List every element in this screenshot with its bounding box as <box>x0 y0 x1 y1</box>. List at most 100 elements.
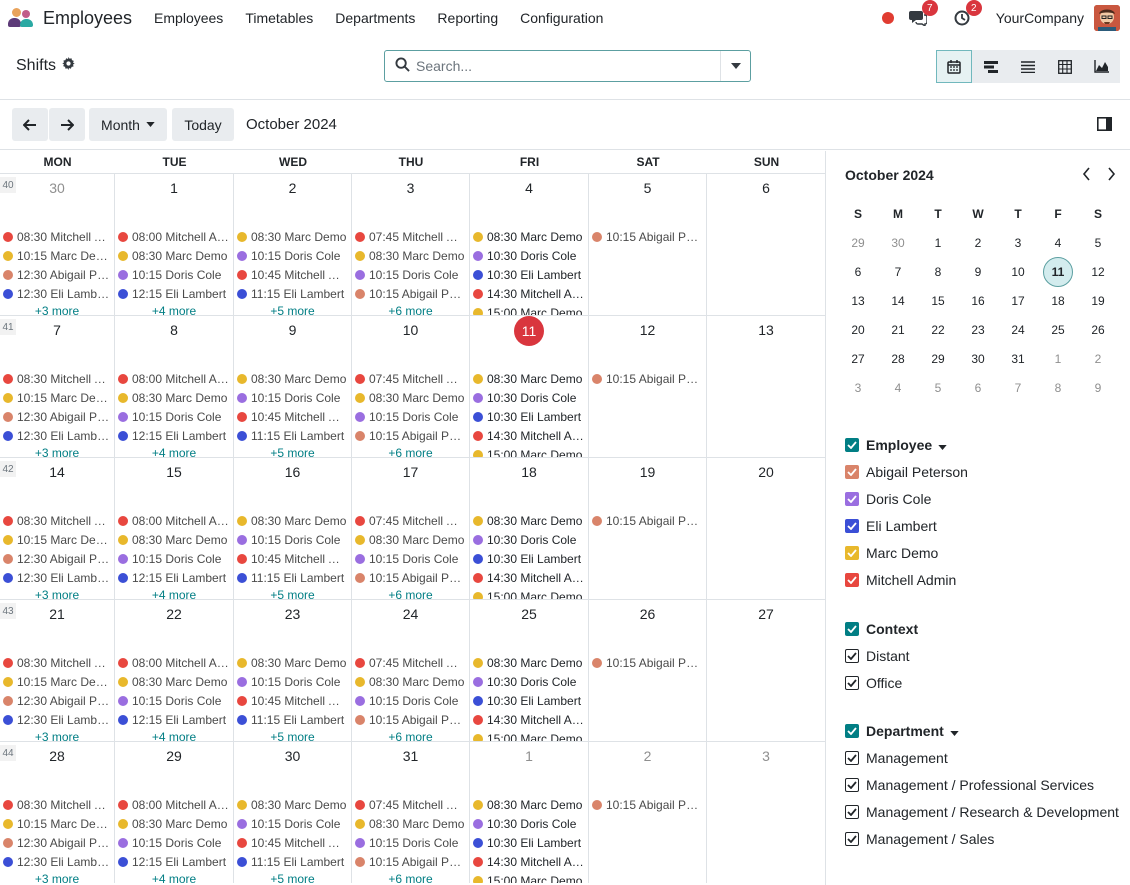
shift-event[interactable]: 08:30 Marc Demo <box>237 654 347 672</box>
day-cell[interactable]: 41708:30 Mitchell Admin10:15 Marc Demo12… <box>0 315 115 457</box>
filter-section-employee[interactable]: Employee <box>845 437 947 453</box>
mini-calendar-day[interactable]: 2 <box>1078 349 1118 369</box>
mini-calendar-day[interactable]: 1 <box>918 233 958 253</box>
day-number[interactable]: 12 <box>589 322 706 338</box>
day-cell[interactable]: 12 10:15 Abigail Peterson <box>589 315 707 457</box>
shift-event[interactable]: 10:15 Doris Cole <box>355 408 465 426</box>
day-cell[interactable]: 22 08:00 Mitchell Admin 08:30 Marc Demo 10:… <box>115 599 234 741</box>
shift-event[interactable]: 10:45 Mitchell Admin <box>237 834 347 852</box>
shift-event[interactable]: 12:15 Eli Lambert <box>118 569 229 587</box>
day-cell[interactable]: 29 08:00 Mitchell Admin 08:30 Marc Demo 10:… <box>115 741 234 883</box>
shift-event[interactable]: 14:30 Mitchell Admin <box>473 711 584 729</box>
calendar-view-button[interactable] <box>936 50 972 83</box>
mini-calendar-day[interactable]: 25 <box>1038 320 1078 340</box>
shift-event[interactable]: 08:30 Marc Demo <box>473 228 584 246</box>
filter-item[interactable]: Abigail Peterson <box>845 464 968 480</box>
shift-event[interactable]: 08:30 Marc Demo <box>355 815 465 833</box>
mini-next-icon[interactable] <box>1107 167 1116 184</box>
shift-event[interactable]: 08:30 Marc Demo <box>473 370 584 388</box>
shift-event[interactable]: 10:30 Eli Lambert <box>473 408 584 426</box>
day-number[interactable]: 26 <box>589 606 706 622</box>
shift-event[interactable]: 12:30 Eli Lambert <box>3 711 110 729</box>
filter-item[interactable]: Marc Demo <box>845 545 938 561</box>
day-number[interactable]: 16 <box>234 464 351 480</box>
day-number[interactable]: 29 <box>115 748 233 764</box>
day-number[interactable]: 10 <box>352 322 469 338</box>
day-cell[interactable]: 13 <box>707 315 826 457</box>
previous-button[interactable] <box>12 108 48 141</box>
shift-event[interactable]: 15:00 Marc Demo <box>473 872 584 883</box>
shift-event[interactable]: 08:00 Mitchell Admin <box>118 512 229 530</box>
mini-calendar-day[interactable]: 19 <box>1078 291 1118 311</box>
more-events-link[interactable]: +4 more <box>115 304 233 315</box>
day-number[interactable]: 11 <box>470 316 588 346</box>
day-cell[interactable]: 19 10:15 Abigail Peterson <box>589 457 707 599</box>
more-events-link[interactable]: +5 more <box>234 304 351 315</box>
mini-calendar-day[interactable]: 7 <box>878 262 918 282</box>
day-cell[interactable]: 31 07:45 Mitchell Admin 08:30 Marc Demo 10:… <box>352 741 470 883</box>
shift-event[interactable]: 10:15 Marc Demo <box>3 815 110 833</box>
filter-checkbox[interactable] <box>845 832 859 846</box>
company-switcher[interactable]: YourCompany <box>996 10 1084 26</box>
mini-calendar-day[interactable]: 7 <box>998 378 1038 398</box>
shift-event[interactable]: 08:00 Mitchell Admin <box>118 370 229 388</box>
shift-event[interactable]: 15:00 Marc Demo <box>473 446 584 457</box>
day-number[interactable]: 18 <box>470 464 588 480</box>
shift-event[interactable]: 12:30 Abigail Peterson <box>3 266 110 284</box>
shift-event[interactable]: 14:30 Mitchell Admin <box>473 427 584 445</box>
shift-event[interactable]: 12:30 Abigail Peterson <box>3 550 110 568</box>
mini-calendar-day[interactable]: 8 <box>1038 378 1078 398</box>
shift-event[interactable]: 12:30 Eli Lambert <box>3 569 110 587</box>
menu-configuration[interactable]: Configuration <box>520 10 603 26</box>
shift-event[interactable]: 10:15 Doris Cole <box>237 673 347 691</box>
shift-event[interactable]: 10:15 Abigail Peterson <box>355 853 465 871</box>
shift-event[interactable]: 11:15 Eli Lambert <box>237 711 347 729</box>
filter-group-checkbox[interactable] <box>845 438 859 452</box>
mini-calendar-day[interactable]: 16 <box>958 291 998 311</box>
day-cell[interactable]: 442808:30 Mitchell Admin10:15 Marc Demo1… <box>0 741 115 883</box>
shift-event[interactable]: 10:15 Abigail Peterson <box>592 654 702 672</box>
shift-event[interactable]: 08:30 Marc Demo <box>355 673 465 691</box>
filter-checkbox[interactable] <box>845 573 859 587</box>
shift-event[interactable]: 08:30 Marc Demo <box>237 512 347 530</box>
day-number[interactable]: 1 <box>470 748 588 764</box>
shift-event[interactable]: 08:30 Marc Demo <box>118 531 229 549</box>
filter-item[interactable]: Office <box>845 675 902 691</box>
shift-event[interactable]: 10:15 Doris Cole <box>118 692 229 710</box>
shift-event[interactable]: 08:30 Marc Demo <box>118 815 229 833</box>
mini-calendar-day[interactable]: 27 <box>838 349 878 369</box>
shift-event[interactable]: 08:30 Marc Demo <box>237 228 347 246</box>
filter-checkbox[interactable] <box>845 751 859 765</box>
day-number[interactable]: 25 <box>470 606 588 622</box>
more-events-link[interactable]: +4 more <box>115 588 233 599</box>
shift-event[interactable]: 10:45 Mitchell Admin <box>237 408 347 426</box>
day-cell[interactable]: 30 08:30 Marc Demo 10:15 Doris Cole 10:45 M… <box>234 741 352 883</box>
shift-event[interactable]: 14:30 Mitchell Admin <box>473 569 584 587</box>
activities-clock-icon[interactable]: 2 <box>952 0 982 28</box>
day-cell[interactable]: 9 08:30 Marc Demo 10:15 Doris Cole 10:45 Mi… <box>234 315 352 457</box>
filter-checkbox[interactable] <box>845 805 859 819</box>
shift-event[interactable]: 10:30 Doris Cole <box>473 247 584 265</box>
mini-calendar-day[interactable]: 30 <box>958 349 998 369</box>
scale-dropdown[interactable]: Month <box>89 108 167 141</box>
filter-checkbox[interactable] <box>845 465 859 479</box>
mini-calendar-day[interactable]: 30 <box>878 233 918 253</box>
shift-event[interactable]: 08:30 Marc Demo <box>473 512 584 530</box>
more-events-link[interactable]: +5 more <box>234 730 351 741</box>
shift-event[interactable]: 10:30 Doris Cole <box>473 815 584 833</box>
shift-event[interactable]: 08:30 Marc Demo <box>118 673 229 691</box>
shift-event[interactable]: 10:30 Eli Lambert <box>473 550 584 568</box>
shift-event[interactable]: 10:15 Abigail Peterson <box>355 569 465 587</box>
day-cell[interactable]: 25 08:30 Marc Demo 10:30 Doris Cole 10:30 E… <box>470 599 589 741</box>
shift-event[interactable]: 10:15 Doris Cole <box>355 266 465 284</box>
day-cell[interactable]: 15 08:00 Mitchell Admin 08:30 Marc Demo 10:… <box>115 457 234 599</box>
mini-calendar-day[interactable]: 4 <box>878 378 918 398</box>
filter-item[interactable]: Management / Research & Development <box>845 804 1119 820</box>
shift-event[interactable]: 10:15 Abigail Peterson <box>592 796 702 814</box>
day-number[interactable]: 20 <box>707 464 825 480</box>
shift-event[interactable]: 12:15 Eli Lambert <box>118 427 229 445</box>
mini-calendar-day[interactable]: 4 <box>1038 233 1078 253</box>
shift-event[interactable]: 10:15 Doris Cole <box>355 834 465 852</box>
filter-item[interactable]: Distant <box>845 648 910 664</box>
day-cell[interactable]: 432108:30 Mitchell Admin10:15 Marc Demo1… <box>0 599 115 741</box>
